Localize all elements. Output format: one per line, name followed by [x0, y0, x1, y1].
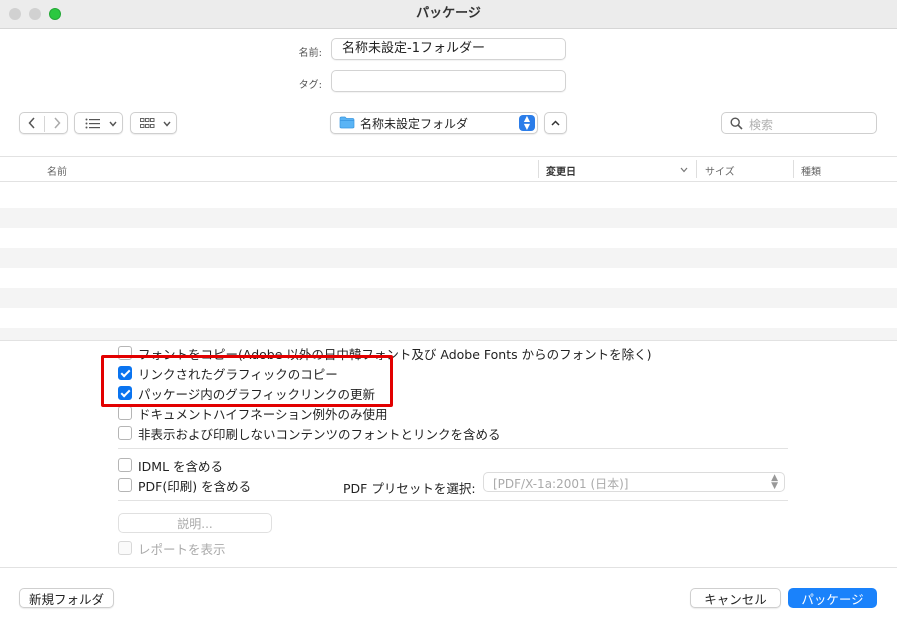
up-down-chevron-icon: ▲ ▼ — [771, 473, 778, 491]
include-idml-label: IDML を含める — [138, 458, 224, 474]
list-row-stripe — [0, 328, 897, 340]
search-field[interactable]: 検索 — [721, 112, 877, 134]
cancel-button[interactable]: キャンセル — [690, 588, 781, 608]
chevron-up-icon — [551, 120, 560, 126]
tags-label: タグ: — [298, 80, 322, 91]
divider — [118, 500, 788, 501]
grid-icon — [140, 118, 155, 128]
instructions-button[interactable]: 説明... — [118, 513, 272, 533]
hyphenation-exceptions-checkbox[interactable] — [118, 406, 132, 420]
new-folder-button[interactable]: 新規フォルダ — [19, 588, 114, 608]
search-placeholder: 検索 — [749, 118, 774, 132]
folder-icon — [339, 116, 355, 129]
view-report-label: レポートを表示 — [138, 541, 226, 557]
chevron-down-icon — [680, 167, 688, 173]
group-by-button[interactable] — [130, 112, 177, 134]
list-row-stripe — [0, 288, 897, 308]
chevron-left-icon — [28, 117, 35, 129]
tags-field[interactable] — [331, 70, 566, 92]
view-report-checkbox[interactable] — [118, 541, 132, 555]
file-list-header: 名前 変更日 サイズ 種類 — [0, 156, 897, 182]
search-icon — [730, 117, 743, 130]
column-date-modified[interactable]: 変更日 — [546, 163, 576, 178]
include-idml-checkbox[interactable] — [118, 458, 132, 472]
divider — [0, 340, 897, 341]
title-bar: パッケージ — [0, 0, 897, 29]
divider — [118, 448, 788, 449]
include-pdf-checkbox[interactable] — [118, 478, 132, 492]
include-pdf-label: PDF(印刷) を含める — [138, 478, 252, 494]
package-button[interactable]: パッケージ — [788, 588, 877, 608]
chevron-down-icon — [109, 121, 117, 127]
up-down-chevron-icon: ▲ ▼ — [519, 115, 535, 131]
name-field[interactable]: 名称未設定-1フォルダー — [331, 38, 566, 60]
location-popup[interactable]: 名称未設定フォルダ ▲ ▼ — [330, 112, 538, 134]
window-title: パッケージ — [416, 6, 481, 21]
chevron-right-icon — [53, 117, 61, 129]
list-row-stripe — [0, 248, 897, 268]
divider — [0, 567, 897, 568]
back-button[interactable] — [20, 113, 44, 133]
forward-button[interactable] — [45, 113, 68, 133]
pdf-preset-label: PDF プリセットを選択: — [343, 481, 476, 496]
column-divider — [793, 160, 794, 178]
column-divider — [696, 160, 697, 178]
chevron-down-icon — [163, 121, 171, 127]
column-name[interactable]: 名前 — [47, 163, 67, 178]
include-idml-option[interactable]: IDML を含める — [118, 456, 223, 474]
list-row-stripe — [0, 208, 897, 228]
view-report-option[interactable]: レポートを表示 — [118, 539, 226, 557]
name-label: 名前: — [298, 48, 322, 59]
view-mode-button[interactable] — [74, 112, 123, 134]
pdf-preset-select[interactable]: [PDF/X-1a:2001 (日本)] ▲ ▼ — [483, 472, 785, 492]
include-pdf-option[interactable]: PDF(印刷) を含める — [118, 476, 251, 494]
column-kind[interactable]: 種類 — [801, 163, 821, 178]
list-icon — [85, 118, 100, 129]
column-size[interactable]: サイズ — [705, 163, 735, 178]
include-hidden-checkbox[interactable] — [118, 426, 132, 440]
location-name: 名称未設定フォルダ — [360, 117, 469, 131]
include-hidden-option[interactable]: 非表示および印刷しないコンテンツのフォントとリンクを含める — [118, 424, 501, 442]
column-divider — [538, 160, 539, 178]
navigation-buttons — [19, 112, 68, 134]
highlight-annotation-box — [101, 355, 393, 407]
pdf-preset-value: [PDF/X-1a:2001 (日本)] — [493, 477, 629, 491]
include-hidden-label: 非表示および印刷しないコンテンツのフォントとリンクを含める — [138, 426, 501, 442]
collapse-button[interactable] — [544, 112, 567, 134]
